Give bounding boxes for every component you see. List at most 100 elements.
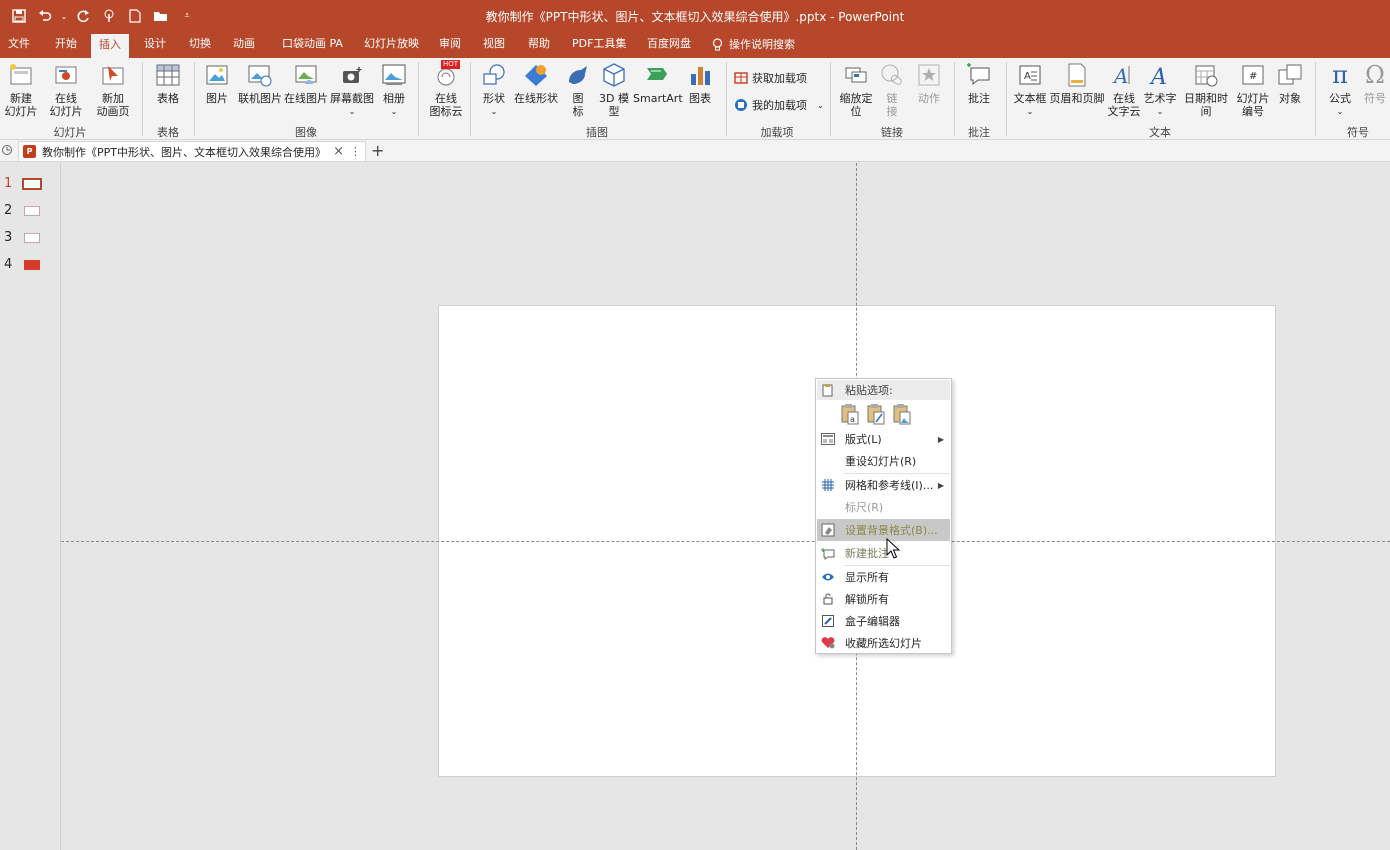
menu-item-show-all[interactable]: 显示所有 [817,566,950,588]
slide-number-button[interactable]: # 幻灯片 编号 [1235,62,1271,118]
zoom-button[interactable]: 缩放定 位 [836,62,876,118]
tab-home[interactable]: 开始 [55,32,77,58]
tab-pdf-tools[interactable]: PDF工具集 [572,32,626,58]
zoom-label: 缩放定 位 [839,92,873,118]
picture-label: 图片 [206,92,228,105]
unlock-icon [817,588,839,610]
online-slide-button[interactable]: 在线 幻灯片 [46,62,86,118]
new-animation-page-button[interactable]: 新加 动画页 [92,62,134,118]
group-images-label: 图像 [295,126,317,139]
tab-slideshow[interactable]: 幻灯片放映 [364,32,419,58]
menu-item-ruler[interactable]: 标尺(R) [817,496,950,518]
group-comments-label: 批注 [968,126,990,139]
tab-baidu-netdisk[interactable]: 百度网盘 [647,32,691,58]
group-separator [194,62,195,136]
menu-item-layout[interactable]: 版式(L) ▶ [817,428,950,450]
wordart-button[interactable]: A 艺术字 ⌄ [1143,62,1177,118]
equation-button[interactable]: π 公式 ⌄ [1322,62,1358,118]
chevron-down-icon: ⌄ [1336,107,1344,116]
smartart-button[interactable]: SmartArt [633,62,683,105]
horizontal-guide[interactable] [61,541,1390,542]
online-text-cloud-button[interactable]: A 在线 文字云 [1107,62,1141,118]
tab-review[interactable]: 审阅 [439,32,461,58]
close-icon[interactable]: × [333,144,344,159]
chevron-down-icon: ⌄ [490,107,498,116]
group-symbols-label: 符号 [1347,126,1369,139]
slide-thumbnail[interactable]: 3 [4,230,41,245]
header-footer-label: 页眉和页脚 [1049,92,1105,105]
header-footer-button[interactable]: 页眉和页脚 [1049,62,1105,105]
group-separator [470,62,471,136]
object-button[interactable]: 对象 [1274,62,1306,105]
comment-icon [967,63,990,86]
online-shapes-button[interactable]: 在线形状 [513,62,559,105]
icons-button[interactable]: 图 标 [563,62,593,118]
ribbon-tabs: 文件 开始 插入 设计 切换 动画 口袋动画 PA 幻灯片放映 审阅 视图 帮助… [0,32,1390,58]
add-tab-icon[interactable]: + [371,141,384,160]
photo-album-label: 相册 [383,92,405,105]
tab-help[interactable]: 帮助 [528,32,550,58]
link-button[interactable]: 链 接 [878,62,906,118]
tab-design[interactable]: 设计 [144,32,166,58]
menu-item-box-editor[interactable]: 盒子编辑器 [817,610,950,632]
header-footer-icon [1068,63,1086,87]
slide-thumbnail[interactable]: 1 [4,176,43,191]
menu-item-format-background[interactable]: 设置背景格式(B)... [817,519,950,541]
menu-item-new-comment[interactable]: 新建批注 [817,542,950,564]
clipboard-icon [817,383,839,397]
tab-animations[interactable]: 动画 [233,32,255,58]
photo-album-button[interactable]: 相册 ⌄ [379,62,409,118]
action-button[interactable]: 动作 [913,62,945,105]
menu-item-label: 解锁所有 [845,593,889,606]
new-slide-button[interactable]: 新建 幻灯片 [2,62,40,118]
mouse-cursor-icon [886,538,901,559]
picture-button[interactable]: 图片 [202,62,232,105]
svg-text:A: A [1149,65,1167,88]
tab-list-icon[interactable] [1,144,13,156]
link-label: 链 接 [886,92,898,118]
tell-me-search[interactable]: 操作说明搜索 [712,32,795,58]
slide-number: 3 [4,230,13,245]
slide-number: 1 [4,176,13,191]
slide-editing-canvas[interactable] [61,163,1390,850]
paste-use-destination-theme-icon[interactable]: a [840,403,860,425]
new-slide-icon [10,64,32,85]
online-icon-cloud-button[interactable]: HOT 在线 图标云 [426,60,466,118]
menu-item-reset-slide[interactable]: 重设幻灯片(R) [817,450,950,472]
online-pictures-button[interactable]: 联机图片 [237,62,283,105]
online-images-button[interactable]: 在线图片 [284,62,328,105]
my-addins-button[interactable]: 我的加载项 ⌄ [734,97,824,113]
3d-models-button[interactable]: 3D 模 型 [597,62,631,118]
screenshot-button[interactable]: 屏幕截图 ⌄ [330,62,374,118]
menu-item-grid-and-guides[interactable]: 网格和参考线(I)... ▶ [817,474,950,496]
slide-number-label: 幻灯片 编号 [1236,92,1270,118]
screenshot-label: 屏幕截图 [330,92,374,105]
comment-button[interactable]: 批注 [962,62,996,105]
chart-button[interactable]: 图表 [685,62,715,105]
slide-thumbnail[interactable]: 2 [4,203,41,218]
tab-view[interactable]: 视图 [483,32,505,58]
document-tab-bar: P 教你制作《PPT中形状、图片、文本框切入效果综合使用》.p × ⋮ + [0,140,1390,162]
shapes-button[interactable]: 形状 ⌄ [478,62,510,118]
get-addins-button[interactable]: 获取加载项 [734,70,807,86]
slide-thumbnail[interactable]: 4 [4,257,41,272]
paste-keep-formatting-icon[interactable] [866,403,886,425]
submenu-arrow-icon: ▶ [937,434,944,444]
document-tab[interactable]: P 教你制作《PPT中形状、图片、文本框切入效果综合使用》.p × ⋮ [18,141,366,161]
chart-label: 图表 [689,92,711,105]
menu-item-unlock-all[interactable]: 解锁所有 [817,588,950,610]
menu-item-favorite-slides[interactable]: 收藏所选幻灯片 [817,632,950,654]
tab-insert[interactable]: 插入 [91,34,129,58]
smartart-icon [647,68,667,80]
date-time-button[interactable]: 日期和时间 [1179,62,1233,118]
group-separator [726,62,727,136]
table-button[interactable]: 表格 [150,62,186,105]
tab-pocket-animation[interactable]: 口袋动画 PA [282,32,343,58]
tab-transitions[interactable]: 切换 [189,32,211,58]
paste-as-picture-icon[interactable] [892,403,912,425]
tab-file[interactable]: 文件 [8,32,30,58]
symbol-button[interactable]: Ω 符号 [1360,62,1390,105]
textbox-button[interactable]: A 文本框 ⌄ [1013,62,1047,118]
more-icon[interactable]: ⋮ [350,145,361,158]
paste-options-label: 粘贴选项: [845,384,893,397]
